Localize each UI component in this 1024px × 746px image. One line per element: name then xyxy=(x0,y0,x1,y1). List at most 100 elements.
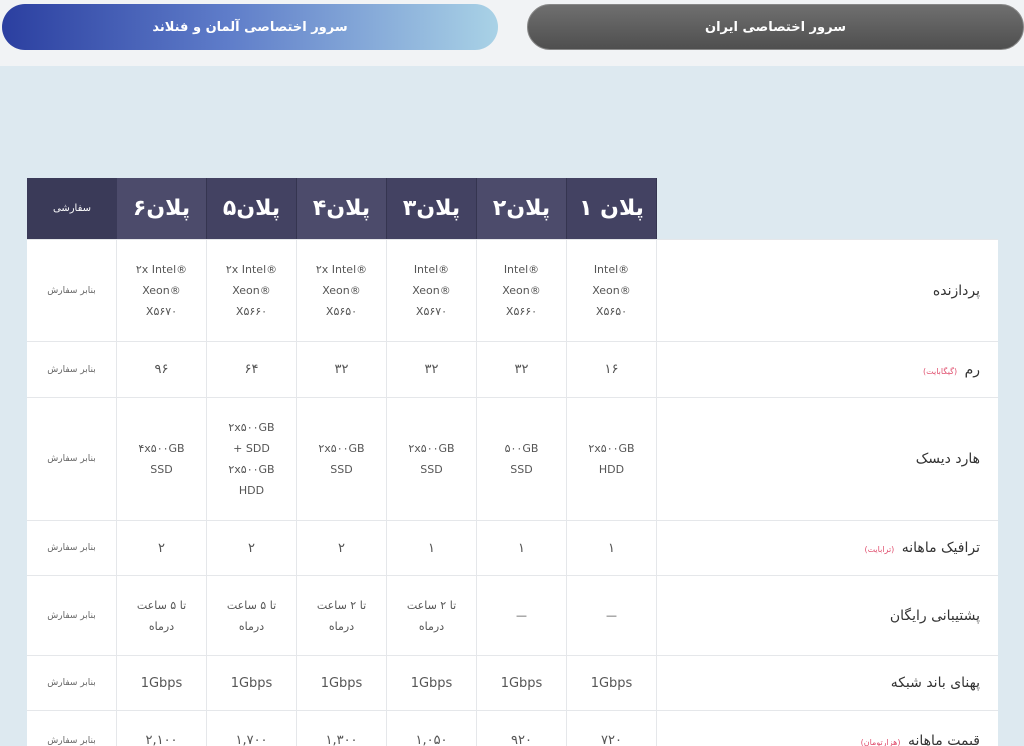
bandwidth-plan-4: 1Gbps xyxy=(297,656,387,710)
traffic-plan-4: ۲ xyxy=(297,521,387,575)
traffic-plan-3: ۱ xyxy=(387,521,477,575)
cpu-plan-5: ۲x Intel® Xeon® X۵۶۶۰ xyxy=(207,240,297,341)
disk-label-text: هارد دیسک xyxy=(915,451,980,467)
row-label-cpu: پردازنده xyxy=(657,240,998,341)
price-plan-6: ۲,۱۰۰ xyxy=(117,711,207,746)
disk-line: ۵۰۰GB xyxy=(504,442,539,455)
bandwidth-plan-3: 1Gbps xyxy=(387,656,477,710)
table-row-disk: بنابر سفارش ۴x۵۰۰GB SSD ۲x۵۰۰GB + SDD ۲x… xyxy=(27,397,998,520)
cpu-label-text: پردازنده xyxy=(932,282,980,299)
disk-line: HDD xyxy=(238,484,265,497)
disk-plan-1: ۲x۵۰۰GB HDD xyxy=(567,398,657,520)
cpu-plan-4: ۲x Intel® Xeon® X۵۶۵۰ xyxy=(297,240,387,341)
support-line: تا ۲ ساعت xyxy=(406,598,457,612)
cpu-line: Xeon® xyxy=(142,284,181,297)
disk-line: SSD xyxy=(330,463,353,476)
support-line: درماه xyxy=(238,619,265,633)
ram-unit: (گیگابایت) xyxy=(923,366,958,376)
cpu-line: Xeon® xyxy=(322,284,361,297)
disk-line: SSD xyxy=(150,463,173,476)
table-row-price: بنابر سفارش ۲,۱۰۰ ۱,۷۰۰ ۱,۳۰۰ ۱,۰۵۰ ۹۲۰ … xyxy=(27,710,998,746)
tab-germany-finland-server[interactable]: سرور اختصاصی آلمان و فنلاند xyxy=(2,4,498,50)
disk-line: ۲x۵۰۰GB xyxy=(318,442,365,455)
bandwidth-plan-2: 1Gbps xyxy=(477,656,567,710)
support-line: درماه xyxy=(418,619,445,633)
disk-line: SSD xyxy=(420,463,443,476)
disk-plan-3: ۲x۵۰۰GB SSD xyxy=(387,398,477,520)
support-line: تا ۵ ساعت xyxy=(226,598,277,612)
disk-line: ۲x۵۰۰GB xyxy=(228,421,275,434)
disk-plan-5: ۲x۵۰۰GB + SDD ۲x۵۰۰GB HDD xyxy=(207,398,297,520)
bandwidth-plan-1: 1Gbps xyxy=(567,656,657,710)
order-cell: بنابر سفارش xyxy=(27,398,117,520)
cpu-plan-1: Intel® Xeon® X۵۶۵۰ xyxy=(567,240,657,341)
bandwidth-label-text: پهنای باند شبکه xyxy=(890,675,980,691)
disk-line: ۲x۵۰۰GB xyxy=(588,442,635,455)
top-tab-bar: سرور اختصاصی آلمان و فنلاند سرور اختصاصی… xyxy=(0,0,1024,66)
header-label-spacer xyxy=(657,178,998,239)
disk-line: ۴x۵۰۰GB xyxy=(138,442,185,455)
header-custom-order: سفارشی xyxy=(27,178,117,239)
support-line: تا ۵ ساعت xyxy=(136,598,187,612)
traffic-plan-2: ۱ xyxy=(477,521,567,575)
row-label-support: پشتیبانی رایگان xyxy=(657,576,998,655)
ram-plan-3: ۳۲ xyxy=(387,342,477,397)
cpu-plan-2: Intel® Xeon® X۵۶۶۰ xyxy=(477,240,567,341)
disk-plan-4: ۲x۵۰۰GB SSD xyxy=(297,398,387,520)
cpu-line: ۲x Intel® xyxy=(225,263,278,276)
table-row-ram: بنابر سفارش ۹۶ ۶۴ ۳۲ ۳۲ ۳۲ ۱۶ رم (گیگابا… xyxy=(27,341,998,397)
traffic-plan-1: ۱ xyxy=(567,521,657,575)
bandwidth-plan-6: 1Gbps xyxy=(117,656,207,710)
table-row-support: بنابر سفارش تا ۵ ساعت درماه تا ۵ ساعت در… xyxy=(27,575,998,655)
support-line: — xyxy=(606,609,617,622)
price-plan-4: ۱,۳۰۰ xyxy=(297,711,387,746)
disk-line: HDD xyxy=(598,463,625,476)
cpu-line: X۵۶۵۰ xyxy=(325,305,358,318)
cpu-line: X۵۶۵۰ xyxy=(595,305,628,318)
tab-iran-server[interactable]: سرور اختصاصی ایران xyxy=(527,4,1024,50)
ram-label: رم xyxy=(964,361,980,378)
support-line: — xyxy=(516,609,527,622)
price-plan-5: ۱,۷۰۰ xyxy=(207,711,297,746)
order-cell: بنابر سفارش xyxy=(27,240,117,341)
ram-plan-5: ۶۴ xyxy=(207,342,297,397)
order-cell: بنابر سفارش xyxy=(27,656,117,710)
cpu-line: Xeon® xyxy=(232,284,271,297)
cpu-line: X۵۶۷۰ xyxy=(415,305,448,318)
cpu-line: Intel® xyxy=(503,263,540,276)
cpu-line: X۵۶۶۰ xyxy=(235,305,268,318)
order-cell: بنابر سفارش xyxy=(27,342,117,397)
support-plan-4: تا ۲ ساعت درماه xyxy=(297,576,387,655)
price-plan-2: ۹۲۰ xyxy=(477,711,567,746)
cpu-line: ۲x Intel® xyxy=(315,263,368,276)
price-plan-1: ۷۲۰ xyxy=(567,711,657,746)
order-cell: بنابر سفارش xyxy=(27,576,117,655)
support-plan-5: تا ۵ ساعت درماه xyxy=(207,576,297,655)
order-cell: بنابر سفارش xyxy=(27,521,117,575)
table-row-traffic: بنابر سفارش ۲ ۲ ۲ ۱ ۱ ۱ ترافیک ماهانه (ت… xyxy=(27,520,998,575)
support-label-text: پشتیبانی رایگان xyxy=(889,607,980,624)
disk-line: ۲x۵۰۰GB xyxy=(408,442,455,455)
price-plan-3: ۱,۰۵۰ xyxy=(387,711,477,746)
support-plan-6: تا ۵ ساعت درماه xyxy=(117,576,207,655)
support-line: تا ۲ ساعت xyxy=(316,598,367,612)
support-plan-2: — xyxy=(477,576,567,655)
cpu-line: Xeon® xyxy=(592,284,631,297)
row-label-traffic: ترافیک ماهانه (ترابایت) xyxy=(657,521,998,575)
ram-plan-6: ۹۶ xyxy=(117,342,207,397)
row-label-price: قیمت ماهانه (هزارتومان) xyxy=(657,711,998,746)
traffic-plan-5: ۲ xyxy=(207,521,297,575)
order-cell: بنابر سفارش xyxy=(27,711,117,746)
cpu-line: Xeon® xyxy=(412,284,451,297)
ram-plan-4: ۳۲ xyxy=(297,342,387,397)
plans-comparison-table: سفارشی پلان۶ پلان۵ پلان۴ پلان۳ پلان۲ پلا… xyxy=(27,178,998,746)
disk-line: ۲x۵۰۰GB xyxy=(228,463,275,476)
traffic-unit: (ترابایت) xyxy=(864,545,895,554)
disk-line: + SDD xyxy=(233,442,270,455)
support-line: درماه xyxy=(328,619,355,633)
price-unit: (هزارتومان) xyxy=(860,737,901,746)
header-plan-1: پلان ۱ xyxy=(567,178,657,239)
row-label-bandwidth: پهنای باند شبکه xyxy=(657,656,998,710)
header-plan-3: پلان۳ xyxy=(387,178,477,239)
cpu-line: X۵۶۷۰ xyxy=(145,305,178,318)
